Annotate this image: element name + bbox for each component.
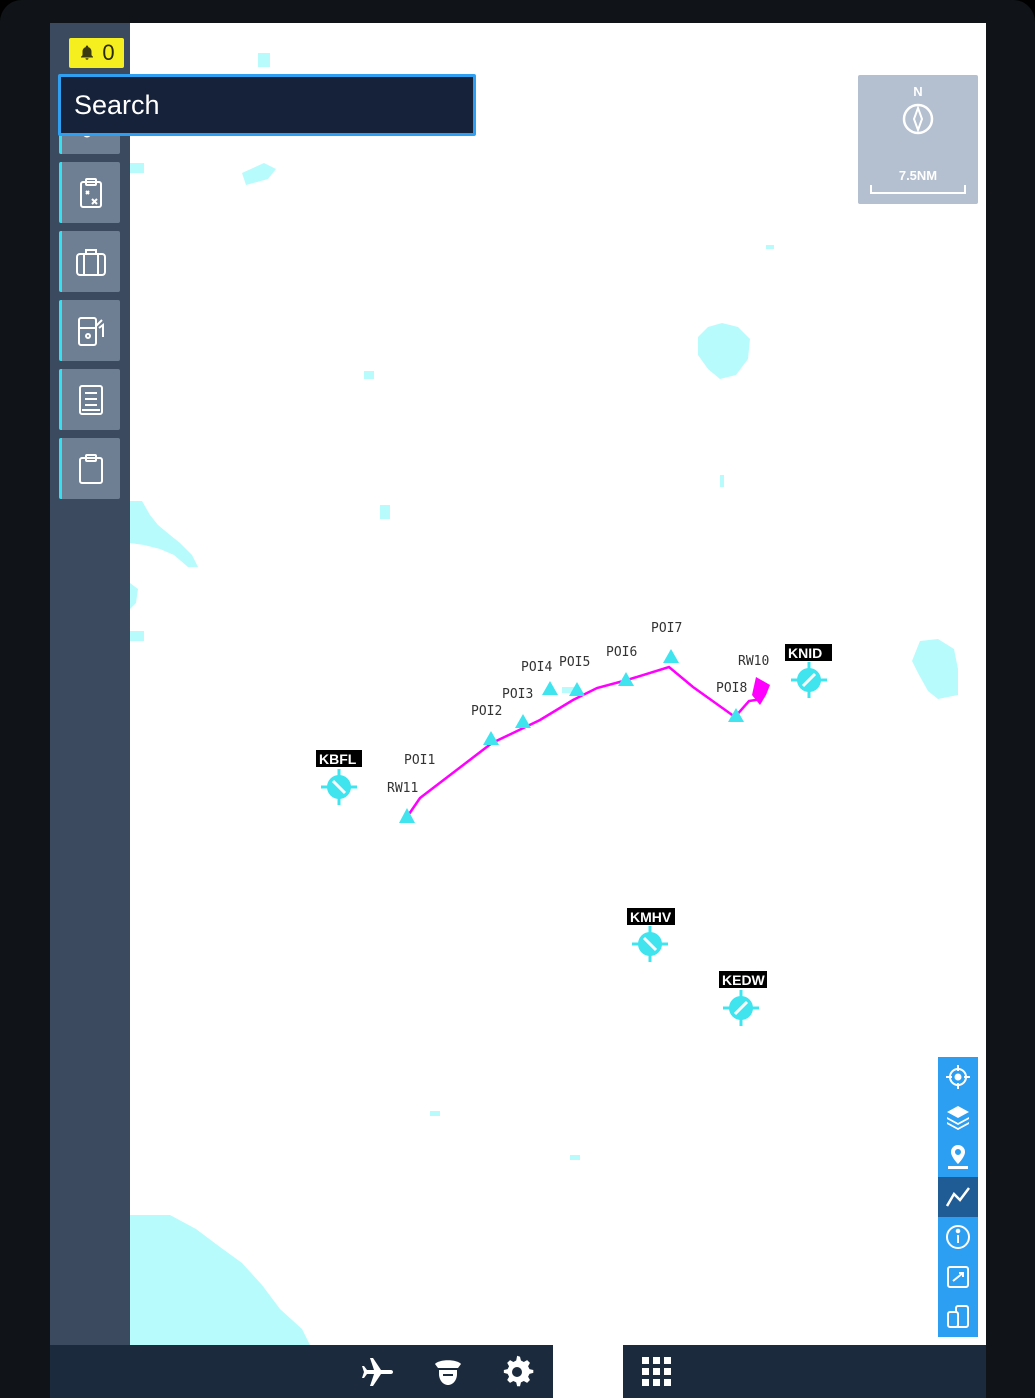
tool-pin[interactable] <box>938 1137 978 1177</box>
bell-icon <box>81 45 94 60</box>
sidebar: 0 <box>50 23 130 1345</box>
sidebar-item-clipboard[interactable] <box>59 438 120 499</box>
water-ocean <box>130 1215 310 1345</box>
water-area <box>364 371 374 379</box>
sidebar-item-checklist[interactable] <box>59 162 120 223</box>
clipboard-x-icon <box>80 177 102 208</box>
water-area <box>130 631 144 641</box>
waypoint-marker[interactable] <box>483 731 499 745</box>
tool-center[interactable] <box>938 1057 978 1097</box>
sidebar-item-luggage[interactable] <box>59 231 120 292</box>
waypoint-label: POI6 <box>606 645 637 660</box>
waypoint-label: POI4 <box>521 660 552 675</box>
briefcase-icon <box>76 248 106 276</box>
map-view[interactable]: RW11 POI1 POI2 POI3 POI4 POI5 POI6 POI7 … <box>130 23 986 1345</box>
aircraft-button[interactable] <box>358 1353 396 1391</box>
crosshair-icon <box>946 1065 970 1089</box>
waypoint-label: POI8 <box>716 681 747 696</box>
water-area <box>570 1155 580 1160</box>
fuel-pump-icon <box>78 316 104 346</box>
scale-bar <box>870 185 966 194</box>
water-area <box>130 583 138 609</box>
clipboard-icon <box>79 453 103 484</box>
map-toolstrip <box>938 1057 978 1337</box>
airport-label: KNID <box>788 645 822 661</box>
water-area <box>130 501 198 567</box>
tool-route[interactable] <box>938 1177 978 1217</box>
bottom-bar-right <box>623 1345 986 1398</box>
location-pin-icon <box>948 1145 968 1169</box>
alert-count: 0 <box>102 40 115 65</box>
compass-widget[interactable]: N 7.5NM <box>858 75 978 204</box>
airport-kbfl[interactable]: KBFL <box>316 750 362 805</box>
tablet-frame: 0 RW11 POI1 POI2 POI3 POI4 POI5 POI6 POI… <box>0 0 1035 1398</box>
grid-icon <box>642 1357 671 1386</box>
route-icon <box>945 1187 970 1207</box>
airport-label: KMHV <box>630 909 672 925</box>
app-screen: 0 RW11 POI1 POI2 POI3 POI4 POI5 POI6 POI… <box>50 23 986 1398</box>
airport-label: KBFL <box>319 751 357 767</box>
airport-icon <box>791 662 827 698</box>
waypoint-marker[interactable] <box>542 681 558 695</box>
waypoint-label: POI7 <box>651 621 682 636</box>
water-area <box>380 505 390 519</box>
sidebar-item-fuel[interactable] <box>59 300 120 361</box>
water-area <box>720 475 724 487</box>
waypoint-label: POI2 <box>471 704 502 719</box>
search-placeholder: Search <box>74 89 160 120</box>
sidebar-item-document[interactable] <box>59 369 120 430</box>
north-indicator: N <box>913 84 923 99</box>
airport-icon <box>321 769 357 805</box>
pilot-icon <box>435 1360 461 1385</box>
waypoint-label: POI1 <box>404 753 435 768</box>
layers-icon <box>947 1106 969 1130</box>
airport-icon <box>632 926 668 962</box>
tool-info[interactable] <box>938 1217 978 1257</box>
document-icon <box>79 384 103 415</box>
water-area <box>242 163 276 185</box>
water-features <box>130 53 958 1345</box>
route-line <box>405 665 763 818</box>
settings-button[interactable] <box>499 1353 537 1391</box>
pilot-button[interactable] <box>429 1353 467 1391</box>
apps-button[interactable] <box>638 1353 676 1391</box>
water-area <box>258 53 270 67</box>
water-area <box>130 163 144 173</box>
gear-icon <box>503 1355 534 1387</box>
airport-knid[interactable]: KNID <box>785 644 832 698</box>
tool-layers[interactable] <box>938 1097 978 1137</box>
water-area <box>766 245 774 249</box>
tool-pages[interactable] <box>938 1297 978 1337</box>
alert-badge[interactable]: 0 <box>69 38 124 68</box>
search-input[interactable]: Search <box>58 74 476 136</box>
airport-label: KEDW <box>722 972 766 988</box>
waypoint-label: RW11 <box>387 781 418 796</box>
waypoint-label: RW10 <box>738 654 769 669</box>
tool-fullscreen[interactable] <box>938 1257 978 1297</box>
airport-icon <box>723 990 759 1026</box>
pages-icon <box>947 1305 969 1328</box>
waypoint-label: POI3 <box>502 687 533 702</box>
water-area <box>430 1111 440 1116</box>
waypoint-marker[interactable] <box>663 649 679 663</box>
info-icon <box>946 1225 970 1249</box>
scale-label: 7.5NM <box>898 168 938 183</box>
airport-kmhv[interactable]: KMHV <box>627 908 675 962</box>
waypoint-label: POI5 <box>559 655 590 670</box>
bottom-bar <box>50 1345 553 1398</box>
water-lake <box>698 323 750 379</box>
waypoint-marker[interactable] <box>515 714 531 728</box>
airplane-icon <box>362 1358 393 1386</box>
water-lake <box>912 639 958 699</box>
airport-kedw[interactable]: KEDW <box>719 971 767 1026</box>
basemap: RW11 POI1 POI2 POI3 POI4 POI5 POI6 POI7 … <box>130 53 958 1345</box>
compass-icon <box>902 103 934 135</box>
waypoints <box>399 649 744 823</box>
expand-icon <box>947 1266 969 1288</box>
